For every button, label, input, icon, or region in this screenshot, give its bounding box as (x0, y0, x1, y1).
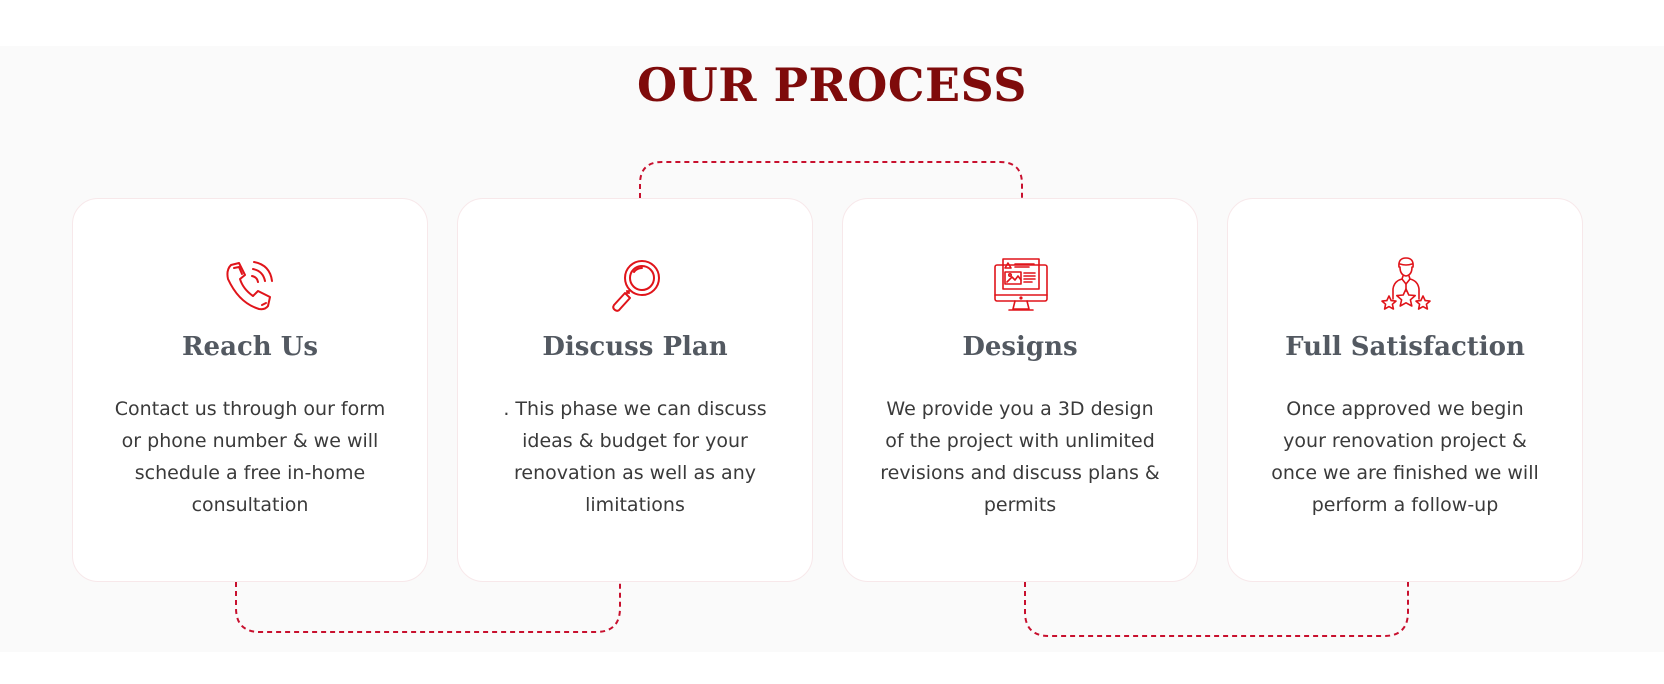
customer-rating-icon (1376, 255, 1436, 315)
section-title: OUR PROCESS (637, 58, 1027, 112)
card-title: Full Satisfaction (1285, 332, 1525, 362)
process-card-designs: Designs We provide you a 3D design of th… (842, 198, 1198, 582)
card-title: Designs (962, 332, 1078, 362)
computer-design-icon (991, 255, 1051, 315)
phone-call-icon (221, 255, 281, 315)
card-description: . This phase we can discuss ideas & budg… (503, 398, 767, 516)
card-title: Reach Us (181, 332, 319, 362)
magnifying-glass-icon (606, 255, 666, 315)
card-description: We provide you a 3D design of the projec… (880, 398, 1160, 516)
process-card-discuss-plan: Discuss Plan . This phase we can discuss… (457, 198, 813, 582)
card-description: Once approved we begin your renovation p… (1271, 398, 1539, 516)
card-title: Discuss Plan (542, 332, 728, 362)
card-description: Contact us through our form or phone num… (114, 398, 386, 516)
process-card-reach-us: Reach Us Contact us through our form or … (72, 198, 428, 582)
bottom-divider (0, 652, 905, 684)
process-card-full-satisfaction: Full Satisfaction Once approved we begin… (1227, 198, 1583, 582)
